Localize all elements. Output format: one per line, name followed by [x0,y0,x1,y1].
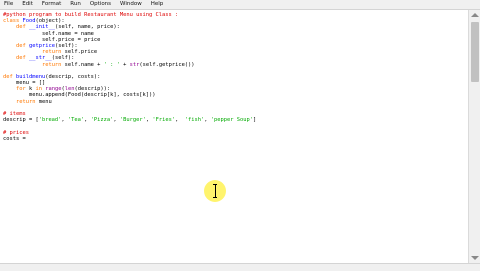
code-token: len [64,86,75,93]
code-token: 'Fries' [152,117,176,124]
code-token: __str__ [28,55,52,62]
code-token: 'Pizza' [90,117,114,124]
code-token: def [15,24,26,31]
code-token: (descrip, costs): [45,73,101,80]
code-token: self.name = name [3,30,94,37]
code-token: 'bread' [38,117,62,124]
code-token: (self, name, price): [54,24,120,31]
code-token: descrip = [ [3,117,39,124]
idle-editor-window: File Edit Format Run Options Window Help… [0,0,480,271]
menu-edit[interactable]: Edit [18,0,38,9]
code-token: 'Tea' [67,117,85,124]
code-token: for [15,86,26,93]
menu-bar: File Edit Format Run Options Window Help [0,0,480,10]
code-token: ] [253,117,257,124]
code-line[interactable]: costs = [3,136,256,142]
code-token: (self): [51,55,75,62]
code-token: return [41,49,62,56]
vertical-scrollbar[interactable] [468,10,480,263]
menu-format[interactable]: Format [38,0,66,9]
code-token: return [15,98,36,105]
code-token: costs = [3,135,29,142]
code-token: self.name + [61,61,104,68]
menu-options[interactable]: Options [86,0,116,9]
code-token: __init__ [28,24,55,31]
code-token: class [3,18,20,25]
text-cursor-icon [213,184,217,198]
code-token: 'fish' [184,117,205,124]
code-token: #python program to build Restaurant Menu… [3,12,179,18]
code-token: self.price = price [3,36,101,43]
menu-help[interactable]: Help [147,0,169,9]
code-token: # items [3,111,26,117]
code-token: buildmenu [16,73,46,80]
code-token: ' : ' [103,61,120,68]
code-token: range [45,86,62,93]
code-token: def [15,42,26,49]
code-token: (descrip)): [74,86,111,93]
code-text[interactable]: #python program to build Restaurant Menu… [3,12,256,142]
code-editor[interactable]: #python program to build Restaurant Menu… [0,10,468,263]
arrow-down-icon[interactable] [471,256,479,260]
code-token: def [15,55,26,62]
menu-window[interactable]: Window [116,0,147,9]
menu-file[interactable]: File [0,0,18,9]
code-token: # prices [3,129,29,136]
code-token: self.price [61,49,98,56]
code-token: (self): [54,42,78,49]
code-token: Food [22,18,36,25]
arrow-up-icon[interactable] [471,13,479,17]
scroll-thumb[interactable] [471,22,479,82]
code-line[interactable]: descrip = ['bread', 'Tea', 'Pizza', 'Bur… [3,117,256,123]
code-token: def [3,73,13,80]
code-token: , [175,117,185,124]
code-token: + [119,61,130,68]
code-token: getprice [28,42,55,49]
code-token: 'Burger' [119,117,146,124]
code-token: menu = [] [3,80,46,87]
code-token: menu [35,98,52,105]
code-token: return [41,61,62,68]
code-token: (self.getprice()) [139,61,195,68]
code-token: 'pepper Soup' [210,117,253,124]
menu-run[interactable]: Run [66,0,86,9]
code-token: menu.append(Food(descrip[k], costs[k])) [3,92,156,99]
code-token: str [129,61,140,68]
code-token: (object): [35,18,65,25]
